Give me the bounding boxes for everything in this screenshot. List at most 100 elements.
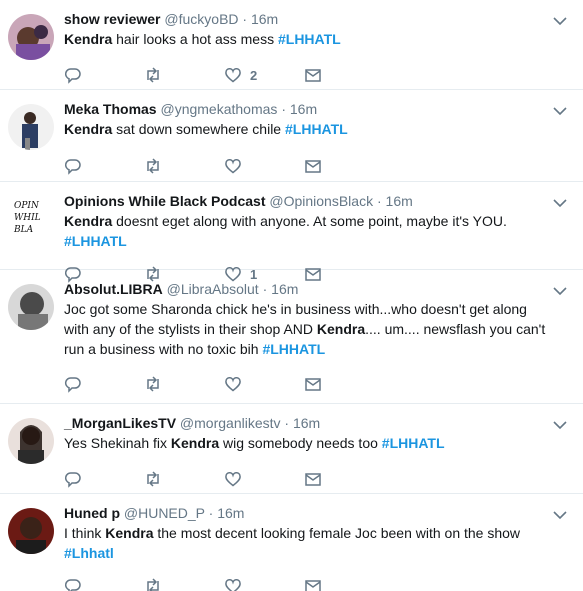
- like-button[interactable]: [224, 464, 304, 494]
- bold-keyword: Kendra: [64, 31, 113, 47]
- retweet-icon: [147, 376, 159, 392]
- tweet-text: Yes Shekinah fix Kendra wig somebody nee…: [64, 433, 569, 453]
- reply-button[interactable]: [64, 151, 144, 181]
- retweet-icon: [147, 578, 159, 591]
- retweet-button[interactable]: [144, 571, 224, 591]
- timestamp[interactable]: 16m: [386, 193, 413, 209]
- separator-dot: ·: [242, 11, 248, 27]
- bold-keyword: Kendra: [105, 525, 154, 541]
- avatar[interactable]: [8, 508, 54, 554]
- tweet-header: Meka Thomas @yngmekathomas · 16m: [64, 100, 569, 119]
- hashtag-link[interactable]: #LHHATL: [285, 121, 348, 137]
- like-icon: [225, 472, 241, 487]
- chevron-down-icon[interactable]: [553, 106, 567, 116]
- retweet-icon: [147, 158, 159, 174]
- hashtag-link[interactable]: #LHHATL: [382, 435, 445, 451]
- message-button[interactable]: [304, 571, 384, 591]
- message-button[interactable]: [304, 464, 384, 494]
- tweet-header: _MorganLikesTV @morganlikestv · 16m: [64, 414, 569, 433]
- avatar[interactable]: [8, 284, 54, 330]
- timestamp[interactable]: 16m: [217, 505, 244, 521]
- timestamp[interactable]: 16m: [293, 415, 320, 431]
- timestamp[interactable]: 16m: [251, 11, 278, 27]
- tweet[interactable]: show reviewer @fuckyoBD · 16m Kendra hai…: [0, 0, 583, 90]
- author-name[interactable]: Absolut.LIBRA: [64, 281, 163, 297]
- retweet-icon: [147, 67, 159, 83]
- text-body: sat down somewhere chile: [112, 121, 285, 137]
- tweet-text: Kendra hair looks a hot ass mess #LHHATL: [64, 29, 569, 49]
- message-icon: [305, 580, 321, 591]
- message-button[interactable]: [304, 369, 384, 399]
- retweet-button[interactable]: [144, 60, 224, 90]
- hashtag-link[interactable]: #LHHATL: [278, 31, 341, 47]
- reply-icon: [64, 159, 81, 175]
- text-body: hair looks a hot ass mess: [112, 31, 278, 47]
- separator-dot: ·: [262, 281, 268, 297]
- chevron-down-icon[interactable]: [553, 420, 567, 430]
- like-count: 2: [250, 67, 258, 83]
- tweet-actions: [64, 571, 569, 591]
- separator-dot: ·: [284, 415, 290, 431]
- like-button[interactable]: 2: [224, 60, 304, 90]
- author-handle[interactable]: @fuckyoBD: [164, 11, 238, 27]
- author-name[interactable]: Huned p: [64, 505, 120, 521]
- chevron-down-icon[interactable]: [553, 16, 567, 26]
- like-button[interactable]: [224, 571, 304, 591]
- retweet-button[interactable]: [144, 464, 224, 494]
- hashtag-link[interactable]: #LHHATL: [262, 341, 325, 357]
- reply-button[interactable]: [64, 571, 144, 591]
- text-body: I think: [64, 525, 106, 541]
- avatar[interactable]: OPIN WHIL BLA: [8, 194, 54, 240]
- author-handle[interactable]: @yngmekathomas: [160, 101, 277, 117]
- reply-button[interactable]: [64, 464, 144, 494]
- author-handle[interactable]: @OpinionsBlack: [269, 193, 373, 209]
- separator-dot: ·: [208, 505, 214, 521]
- tweet-header: Huned p @HUNED_P · 16m: [64, 504, 569, 523]
- author-name[interactable]: Opinions While Black Podcast: [64, 193, 265, 209]
- tweet[interactable]: OPIN WHIL BLA Opinions While Black Podcast…: [0, 182, 583, 283]
- avatar[interactable]: [8, 418, 54, 464]
- separator-dot: ·: [281, 101, 286, 117]
- avatar[interactable]: [8, 104, 54, 150]
- message-icon: [305, 69, 321, 82]
- hashtag-link[interactable]: #LHHATL: [64, 233, 127, 249]
- author-name[interactable]: _MorganLikesTV: [64, 415, 176, 431]
- tweet[interactable]: _MorganLikesTV @morganlikestv · 16m Yes …: [0, 404, 583, 494]
- reply-button[interactable]: [64, 369, 144, 399]
- chevron-down-icon[interactable]: [553, 510, 567, 520]
- reply-icon: [64, 579, 81, 591]
- tweet[interactable]: Meka Thomas @yngmekathomas · 16m Kendra …: [0, 90, 583, 182]
- tweet-text: I think Kendra the most decent looking f…: [64, 523, 569, 563]
- tweet-header: Absolut.LIBRA @LibraAbsolut · 16m: [64, 280, 569, 299]
- message-button[interactable]: [304, 60, 384, 90]
- tweet[interactable]: Absolut.LIBRA @LibraAbsolut · 16m Joc go…: [0, 270, 583, 404]
- tweet-text: Kendra sat down somewhere chile #LHHATL: [64, 119, 569, 139]
- avatar[interactable]: [8, 14, 54, 60]
- author-handle[interactable]: @HUNED_P: [124, 505, 205, 521]
- chevron-down-icon[interactable]: [553, 198, 567, 208]
- timestamp[interactable]: 16m: [290, 101, 317, 117]
- retweet-button[interactable]: [144, 151, 224, 181]
- tweet[interactable]: Huned p @HUNED_P · 16m I think Kendra th…: [0, 494, 583, 591]
- tweet-feed: show reviewer @fuckyoBD · 16m Kendra hai…: [0, 0, 583, 591]
- chevron-down-icon[interactable]: [553, 286, 567, 296]
- author-handle[interactable]: @morganlikestv: [180, 415, 281, 431]
- timestamp[interactable]: 16m: [271, 281, 298, 297]
- text-body: Yes Shekinah fix: [64, 435, 171, 451]
- like-button[interactable]: [224, 151, 304, 181]
- text-body: the most decent looking female Joc been …: [153, 525, 521, 541]
- svg-text:BLA: BLA: [13, 225, 34, 235]
- tweet-header: show reviewer @fuckyoBD · 16m: [64, 10, 569, 29]
- tweet-actions: [64, 464, 569, 494]
- reply-icon: [64, 68, 81, 84]
- tweet-text: Kendra doesnt eget along with anyone. At…: [64, 211, 569, 251]
- message-button[interactable]: [304, 151, 384, 181]
- author-handle[interactable]: @LibraAbsolut: [167, 281, 259, 297]
- like-button[interactable]: [224, 369, 304, 399]
- retweet-button[interactable]: [144, 369, 224, 399]
- reply-button[interactable]: [64, 60, 144, 90]
- tweet-actions: [64, 151, 569, 181]
- author-name[interactable]: Meka Thomas: [64, 101, 157, 117]
- author-name[interactable]: show reviewer: [64, 11, 161, 27]
- hashtag-link[interactable]: #Lhhatl: [64, 545, 114, 561]
